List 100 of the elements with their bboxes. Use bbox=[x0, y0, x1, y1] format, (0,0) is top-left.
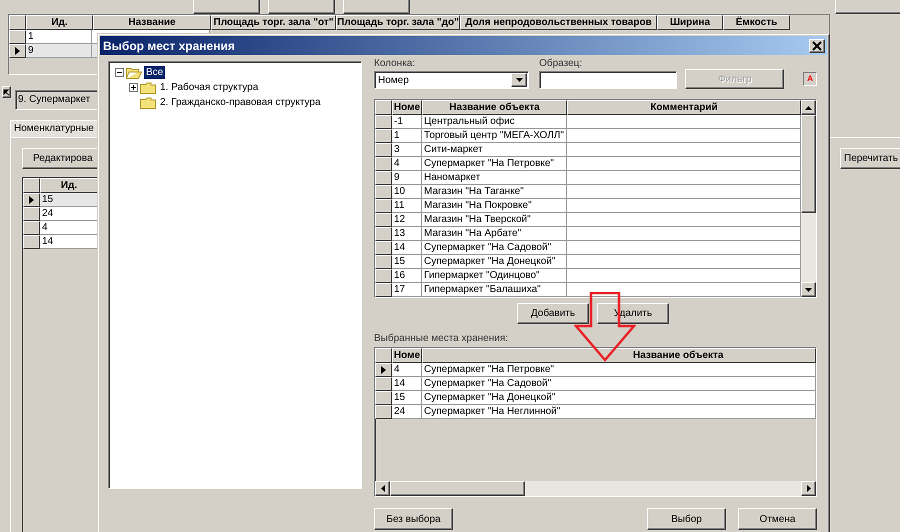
row-header-cell[interactable] bbox=[375, 185, 392, 199]
column-header[interactable]: Доля непродовольственных товаров bbox=[460, 15, 657, 30]
tree-item[interactable]: 2. Гражданско-правовая структура bbox=[158, 96, 323, 109]
table-cell: Супермаркет "На Донецкой" bbox=[422, 255, 567, 269]
table-cell: Сити-маркет bbox=[422, 143, 567, 157]
row-header-cell[interactable] bbox=[375, 213, 392, 227]
row-header-cell[interactable] bbox=[375, 363, 392, 377]
table-cell: 16 bbox=[392, 269, 422, 283]
column-header[interactable]: Название объекта bbox=[422, 348, 816, 363]
row-header-cell[interactable] bbox=[375, 377, 392, 391]
expand-icon[interactable] bbox=[129, 83, 138, 92]
table-cell: Супермаркет "На Садовой" bbox=[422, 241, 567, 255]
row-header-cell[interactable] bbox=[375, 199, 392, 213]
collapse-icon[interactable] bbox=[115, 68, 124, 77]
row-header-cell[interactable] bbox=[375, 115, 392, 129]
row-header-cell[interactable] bbox=[23, 221, 40, 235]
row-header-cell[interactable] bbox=[375, 171, 392, 185]
table-cell: Магазин "На Арбате" bbox=[422, 227, 567, 241]
row-header-cell[interactable] bbox=[375, 241, 392, 255]
table-cell: 9 bbox=[26, 44, 92, 58]
folder-icon bbox=[140, 82, 156, 94]
toolbar-button[interactable] bbox=[343, 0, 410, 14]
table-cell: 24 bbox=[392, 405, 422, 419]
scroll-left-icon[interactable] bbox=[380, 485, 384, 492]
row-header-cell[interactable] bbox=[9, 30, 26, 44]
horizontal-scrollbar[interactable] bbox=[375, 481, 816, 496]
table-cell: Гипермаркет "Одинцово" bbox=[422, 269, 567, 283]
row-header-cell[interactable] bbox=[23, 207, 40, 221]
row-header-cell[interactable] bbox=[375, 405, 392, 419]
reload-button[interactable]: Перечитать bbox=[840, 148, 900, 169]
column-header[interactable]: Ширина bbox=[657, 15, 723, 30]
table-cell: Гипермаркет "Балашиха" bbox=[422, 283, 567, 297]
table-cell: Центральный офис bbox=[422, 115, 567, 129]
selected-places-label: Выбранные места хранения: bbox=[374, 333, 510, 345]
column-header[interactable]: Площадь торг. зала "от" bbox=[211, 15, 336, 30]
table-cell: Супермаркет "На Садовой" bbox=[422, 377, 816, 391]
tab[interactable]: Номенклатурные bbox=[10, 120, 97, 137]
row-header-cell[interactable] bbox=[375, 391, 392, 405]
table-cell: 15 bbox=[40, 193, 98, 207]
arrow-button[interactable] bbox=[2, 86, 11, 98]
row-pointer-icon bbox=[381, 366, 386, 374]
row-header-cell[interactable] bbox=[375, 143, 392, 157]
dialog-button[interactable]: Без выбора bbox=[374, 508, 453, 530]
row-header-cell[interactable] bbox=[375, 283, 392, 297]
column-header[interactable]: Название bbox=[93, 15, 211, 30]
sample-label: Образец: bbox=[539, 58, 584, 70]
table-cell: 3 bbox=[392, 143, 422, 157]
table-cell: Супермаркет "На Неглинной" bbox=[422, 405, 816, 419]
store-field[interactable]: 9. Супермаркет bbox=[15, 90, 97, 110]
row-header-cell[interactable] bbox=[375, 157, 392, 171]
header-cell bbox=[9, 15, 26, 30]
column-header[interactable]: Ид. bbox=[40, 178, 98, 193]
row-header-cell[interactable] bbox=[9, 44, 26, 58]
column-header[interactable]: Номе bbox=[392, 100, 422, 115]
column-label: Колонка: bbox=[374, 58, 416, 70]
column-header[interactable]: Название объекта bbox=[422, 100, 567, 115]
close-button[interactable] bbox=[809, 38, 825, 52]
column-header[interactable]: Ид. bbox=[26, 15, 93, 30]
toolbar-button[interactable] bbox=[193, 0, 260, 14]
folder-icon bbox=[140, 96, 156, 108]
header-cell bbox=[23, 178, 40, 193]
row-header-cell[interactable] bbox=[375, 129, 392, 143]
toolbar-button[interactable] bbox=[268, 0, 335, 14]
row-header-cell[interactable] bbox=[23, 193, 40, 207]
table-cell: 12 bbox=[392, 213, 422, 227]
table-cell: 14 bbox=[392, 377, 422, 391]
row-header-cell[interactable] bbox=[23, 235, 40, 249]
row-pointer-icon bbox=[15, 47, 20, 55]
table-cell: Магазин "На Таганке" bbox=[422, 185, 567, 199]
table-cell: 15 bbox=[392, 255, 422, 269]
table-cell: 1 bbox=[392, 129, 422, 143]
dialog-button[interactable]: Отмена bbox=[738, 508, 817, 530]
table-cell: 9 bbox=[392, 171, 422, 185]
dialog-button[interactable]: Выбор bbox=[647, 508, 726, 530]
table-cell: 10 bbox=[392, 185, 422, 199]
dropdown-arrow-icon[interactable] bbox=[516, 78, 523, 82]
row-header-cell[interactable] bbox=[375, 227, 392, 241]
tree-item[interactable]: Все bbox=[144, 66, 166, 79]
row-pointer-icon bbox=[29, 196, 34, 204]
scroll-down-icon[interactable] bbox=[805, 288, 812, 292]
column-header[interactable]: Номе bbox=[392, 348, 422, 363]
add-button[interactable]: Добавить bbox=[517, 303, 589, 324]
table-cell: 11 bbox=[392, 199, 422, 213]
column-dropdown[interactable]: Номер bbox=[374, 71, 530, 89]
scroll-up-icon[interactable] bbox=[805, 106, 812, 110]
row-header-cell[interactable] bbox=[375, 255, 392, 269]
sample-field[interactable] bbox=[539, 71, 678, 89]
row-header-cell[interactable] bbox=[375, 269, 392, 283]
table-cell: 24 bbox=[40, 207, 98, 221]
table-cell: Магазин "На Покровке" bbox=[422, 199, 567, 213]
vertical-scrollbar[interactable] bbox=[801, 100, 816, 297]
scroll-right-icon[interactable] bbox=[806, 485, 810, 492]
table-cell: 4 bbox=[392, 363, 422, 377]
table-cell: Супермаркет "На Донецкой" bbox=[422, 391, 816, 405]
tree-item[interactable]: 1. Рабочая структура bbox=[158, 81, 260, 94]
column-header[interactable]: Площадь торг. зала "до" bbox=[336, 15, 460, 30]
column-header[interactable]: Комментарий bbox=[567, 100, 801, 115]
column-header[interactable]: Ёмкость bbox=[723, 15, 790, 30]
window-title: Выбор мест хранения bbox=[103, 38, 235, 52]
table-cell: 13 bbox=[392, 227, 422, 241]
